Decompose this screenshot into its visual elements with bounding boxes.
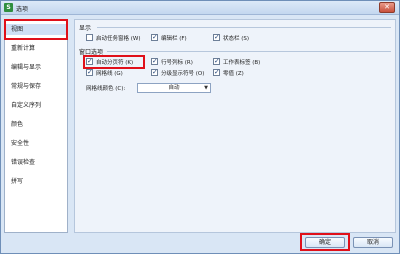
- checkbox-label: 分级显示符号 (O): [161, 71, 205, 77]
- checkbox-label: 行号列标 (R): [161, 60, 193, 66]
- checkbox-box: [213, 33, 220, 42]
- checkbox-formula-bar[interactable]: 编辑栏 (F): [151, 33, 187, 43]
- checkbox-label: 零值 (Z): [223, 71, 244, 77]
- sidebar-item-edit-display[interactable]: 编辑与显示: [11, 62, 41, 73]
- checkbox-box: [86, 68, 93, 77]
- checkbox-sheet-tabs[interactable]: 工作表标签 (B): [213, 57, 261, 67]
- gridline-color-select[interactable]: 自动 ▼: [137, 83, 211, 93]
- checkbox-box: [213, 57, 220, 66]
- checkbox-row-col-headers[interactable]: 行号列标 (R): [151, 57, 193, 67]
- checkbox-box: [151, 57, 158, 66]
- sidebar-item-security[interactable]: 安全性: [11, 138, 29, 149]
- highlight-box-auto-page-break: [83, 55, 145, 69]
- checkbox-label: 状态栏 (S): [223, 36, 250, 42]
- app-logo-icon: S: [4, 3, 13, 12]
- cancel-button[interactable]: 取消: [353, 237, 393, 248]
- sidebar: 视图 重新计算 编辑与显示 常规与保存 自定义序列 颜色 安全性 错误检查 拼写: [4, 19, 68, 233]
- checkbox-status-bar[interactable]: 状态栏 (S): [213, 33, 250, 43]
- sidebar-item-color[interactable]: 颜色: [11, 119, 23, 130]
- checkbox-box: [151, 33, 158, 42]
- select-value: 自动: [168, 85, 180, 91]
- display-section-label: 显示: [79, 25, 92, 32]
- checkbox-zero-values[interactable]: 零值 (Z): [213, 68, 244, 78]
- options-panel: 显示 启动任务窗格 (W) 编辑栏 (F) 状态栏 (S) 窗口选项 自动分页符…: [74, 19, 396, 233]
- title-bar[interactable]: S 选项 ✕: [1, 1, 399, 15]
- checkbox-box: [151, 68, 158, 77]
- checkbox-gridlines[interactable]: 网格线 (G): [86, 68, 123, 78]
- sidebar-item-spelling[interactable]: 拼写: [11, 176, 23, 187]
- divider: [97, 27, 391, 28]
- highlight-box-sidebar: [4, 19, 68, 40]
- divider: [107, 51, 391, 52]
- checkbox-startup-taskpane[interactable]: 启动任务窗格 (W): [86, 34, 140, 43]
- chevron-down-icon: ▼: [204, 85, 208, 91]
- checkbox-outline-symbols[interactable]: 分级显示符号 (O): [151, 68, 205, 78]
- close-button[interactable]: ✕: [379, 2, 395, 13]
- sidebar-item-error-check[interactable]: 错误检查: [11, 157, 35, 168]
- checkbox-label: 启动任务窗格 (W): [96, 36, 141, 42]
- close-icon: ✕: [384, 3, 390, 11]
- sidebar-item-recalculate[interactable]: 重新计算: [11, 43, 35, 54]
- window-title: 选项: [16, 6, 29, 13]
- options-dialog: S 选项 ✕ 视图 重新计算 编辑与显示 常规与保存 自定义序列 颜色 安全性 …: [0, 0, 400, 254]
- checkbox-label: 网格线 (G): [96, 71, 123, 77]
- highlight-box-ok: [300, 233, 350, 251]
- sidebar-item-custom-lists[interactable]: 自定义序列: [11, 100, 41, 111]
- checkbox-label: 编辑栏 (F): [161, 36, 187, 42]
- checkbox-box: [86, 34, 93, 41]
- checkbox-box: [213, 68, 220, 77]
- gridline-color-label: 网格线颜色 (C):: [86, 86, 126, 92]
- checkbox-label: 工作表标签 (B): [223, 60, 261, 66]
- sidebar-item-general-save[interactable]: 常规与保存: [11, 81, 41, 92]
